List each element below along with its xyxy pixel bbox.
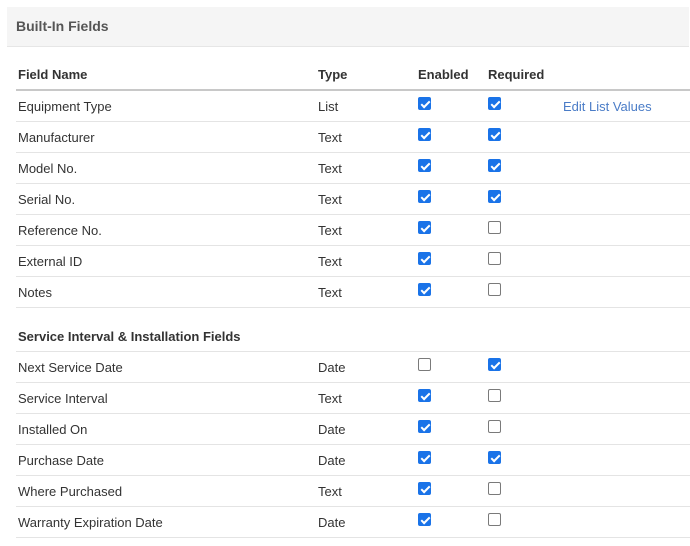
field-type-cell: Date bbox=[318, 422, 346, 437]
field-name-cell: Service Interval bbox=[18, 391, 108, 406]
field-type-cell: Text bbox=[318, 223, 342, 238]
table-row: Notes Text bbox=[16, 277, 690, 308]
required-checkbox[interactable] bbox=[488, 190, 501, 203]
field-type-cell: Text bbox=[318, 391, 342, 406]
field-type-cell: Text bbox=[318, 130, 342, 145]
enabled-checkbox[interactable] bbox=[418, 159, 431, 172]
enabled-checkbox[interactable] bbox=[418, 513, 431, 526]
enabled-checkbox[interactable] bbox=[418, 420, 431, 433]
table-row: Where Purchased Text bbox=[16, 476, 690, 507]
table-row: Model No. Text bbox=[16, 153, 690, 184]
field-type-cell: Date bbox=[318, 360, 346, 375]
field-type-cell: Text bbox=[318, 484, 342, 499]
column-header-field-name: Field Name bbox=[18, 67, 88, 82]
enabled-checkbox[interactable] bbox=[418, 482, 431, 495]
table-row: External ID Text bbox=[16, 246, 690, 277]
field-name-cell: Model No. bbox=[18, 161, 78, 176]
table-row: Installed On Date bbox=[16, 414, 690, 445]
required-checkbox[interactable] bbox=[488, 513, 501, 526]
field-name-cell: Purchase Date bbox=[18, 453, 104, 468]
enabled-checkbox[interactable] bbox=[418, 283, 431, 296]
required-checkbox[interactable] bbox=[488, 283, 501, 296]
enabled-checkbox[interactable] bbox=[418, 252, 431, 265]
table-row: Next Service Date Date bbox=[16, 352, 690, 383]
field-type-cell: List bbox=[318, 99, 339, 114]
required-checkbox[interactable] bbox=[488, 97, 501, 110]
field-type-cell: Text bbox=[318, 285, 342, 300]
field-type-cell: Text bbox=[318, 192, 342, 207]
required-checkbox[interactable] bbox=[488, 252, 501, 265]
field-name-cell: Reference No. bbox=[18, 223, 102, 238]
required-checkbox[interactable] bbox=[488, 221, 501, 234]
field-name-cell: Serial No. bbox=[18, 192, 76, 207]
required-checkbox[interactable] bbox=[488, 128, 501, 141]
required-checkbox[interactable] bbox=[488, 482, 501, 495]
column-header-required: Required bbox=[488, 67, 545, 82]
section-title-service: Service Interval & Installation Fields bbox=[18, 329, 241, 344]
required-checkbox[interactable] bbox=[488, 159, 501, 172]
enabled-checkbox[interactable] bbox=[418, 451, 431, 464]
field-name-cell: Notes bbox=[18, 285, 52, 300]
column-header-type: Type bbox=[318, 67, 348, 82]
field-name-cell: Installed On bbox=[18, 422, 88, 437]
table-row: Reference No. Text bbox=[16, 215, 690, 246]
enabled-checkbox[interactable] bbox=[418, 221, 431, 234]
field-type-cell: Text bbox=[318, 161, 342, 176]
required-checkbox[interactable] bbox=[488, 389, 501, 402]
field-name-cell: Warranty Expiration Date bbox=[18, 515, 163, 530]
table-row: Manufacturer Text bbox=[16, 122, 690, 153]
enabled-checkbox[interactable] bbox=[418, 389, 431, 402]
required-checkbox[interactable] bbox=[488, 420, 501, 433]
required-checkbox[interactable] bbox=[488, 358, 501, 371]
table-row: Equipment Type List Edit List Values bbox=[16, 91, 690, 122]
field-name-cell: Where Purchased bbox=[18, 484, 123, 499]
enabled-checkbox[interactable] bbox=[418, 97, 431, 110]
panel-title: Built-In Fields bbox=[16, 18, 109, 34]
field-type-cell: Date bbox=[318, 453, 346, 468]
table-row: Serial No. Text bbox=[16, 184, 690, 215]
edit-list-values-link[interactable]: Edit List Values bbox=[563, 99, 652, 114]
field-type-cell: Text bbox=[318, 254, 342, 269]
field-type-cell: Date bbox=[318, 515, 346, 530]
enabled-checkbox[interactable] bbox=[418, 190, 431, 203]
field-name-cell: External ID bbox=[18, 254, 83, 269]
field-name-cell: Equipment Type bbox=[18, 99, 112, 114]
column-header-enabled: Enabled bbox=[418, 67, 469, 82]
panel-header: Built-In Fields bbox=[7, 7, 689, 47]
field-name-cell: Next Service Date bbox=[18, 360, 123, 375]
table-row: Purchase Date Date bbox=[16, 445, 690, 476]
enabled-checkbox[interactable] bbox=[418, 358, 431, 371]
table-row: Warranty Expiration Date Date bbox=[16, 507, 690, 538]
table-row: Service Interval Text bbox=[16, 383, 690, 414]
enabled-checkbox[interactable] bbox=[418, 128, 431, 141]
required-checkbox[interactable] bbox=[488, 451, 501, 464]
field-name-cell: Manufacturer bbox=[18, 130, 95, 145]
